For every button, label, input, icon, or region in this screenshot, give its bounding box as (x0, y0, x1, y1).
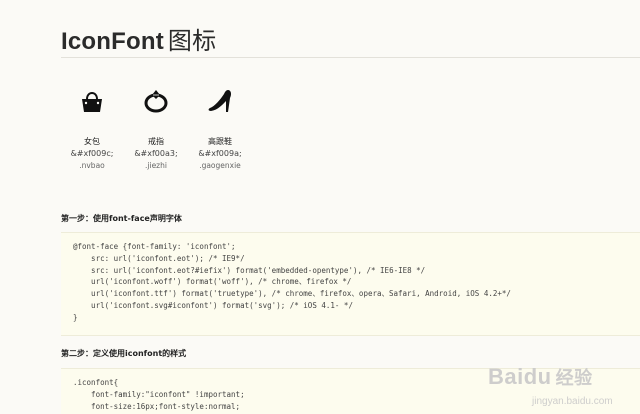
code-line: font-family:"iconfont" !important; (73, 389, 245, 399)
icon-name: 女包 (84, 137, 100, 146)
code-block-font-face[interactable]: @font-face {font-family: 'iconfont'; src… (61, 232, 640, 336)
code-line: src: url('iconfont.eot'); /* IE9*/ (73, 253, 245, 263)
high-heel-icon (208, 90, 232, 112)
step-2-title: 第二步：定义使用iconfont的样式 (61, 349, 187, 358)
page-title: IconFont 图标 (61, 21, 216, 56)
ring-icon (144, 90, 168, 113)
icon-card-gaogenxie: 高跟鞋 &#xf009a; .gaogenxie (192, 88, 248, 172)
code-line: url('iconfont.ttf') format('truetype'), … (73, 289, 511, 299)
page-title-cjk: 图标 (167, 27, 217, 55)
handbag-icon (82, 92, 102, 112)
code-line: .iconfont{ (73, 378, 119, 387)
icon-card-jiezhi: 戒指 &#xf00a3; .jiezhi (128, 88, 184, 172)
code-block-iconfont-style[interactable]: .iconfont{ font-family:"iconfont" !impor… (61, 368, 640, 414)
code-line: src: url('iconfont.eot?#iefix') format('… (73, 265, 426, 275)
icon-class: .jiezhi (145, 161, 167, 170)
icon-class: .nvbao (79, 161, 105, 170)
icon-code: &#xf009a; (198, 149, 242, 158)
code-line: @font-face {font-family: 'iconfont'; (73, 242, 236, 251)
icon-card-nvbao: 女包 &#xf009c; .nvbao (64, 88, 120, 172)
icon-class: .gaogenxie (199, 161, 241, 170)
code-line: url('iconfont.woff') format('woff'), /* … (73, 277, 352, 287)
code-line: } (73, 312, 78, 322)
icon-code: &#xf00a3; (134, 149, 178, 158)
icon-name: 戒指 (148, 137, 164, 146)
code-line: font-size:16px;font-style:normal; (73, 401, 241, 411)
icon-name: 高跟鞋 (208, 137, 232, 146)
icon-code: &#xf009c; (70, 149, 114, 158)
title-divider (61, 57, 640, 58)
step-1-title: 第一步：使用font-face声明字体 (61, 214, 182, 223)
code-line: url('iconfont.svg#iconfont') format('svg… (73, 300, 353, 310)
page-title-latin: IconFont (61, 28, 164, 55)
